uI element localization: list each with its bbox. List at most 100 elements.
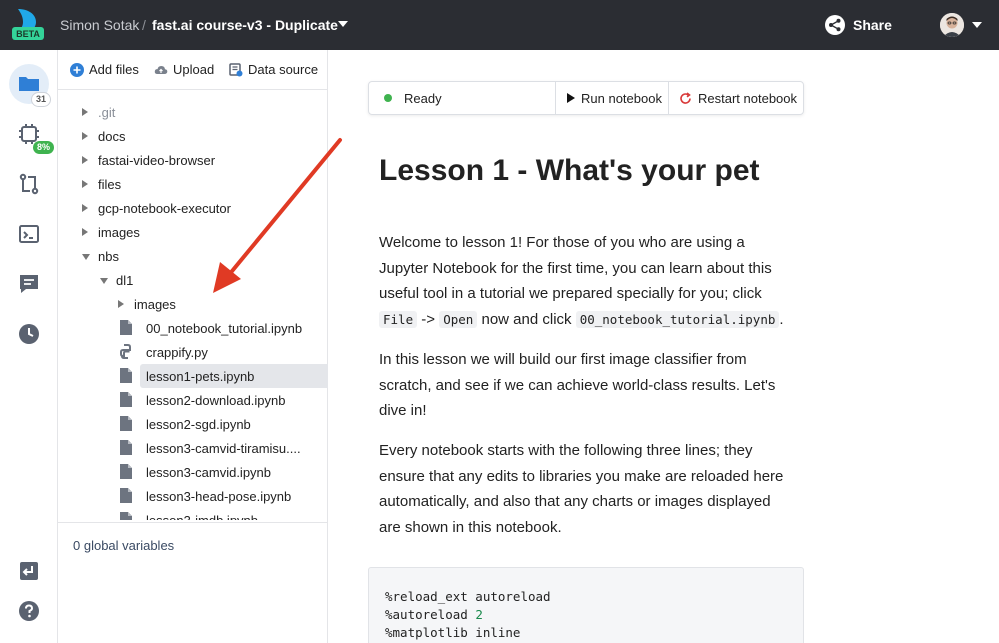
- chevron-down-icon[interactable]: [338, 21, 348, 27]
- tree-item-label: images: [134, 297, 176, 312]
- chevron-right-icon[interactable]: [82, 132, 88, 140]
- chevron-right-icon[interactable]: [82, 108, 88, 116]
- file-icon: [120, 368, 132, 383]
- chevron-right-icon[interactable]: [82, 228, 88, 236]
- markdown-paragraph: In this lesson we will build our first i…: [379, 351, 776, 419]
- chevron-down-icon[interactable]: [82, 254, 90, 260]
- tree-file[interactable]: lesson3-head-pose.ipynb: [58, 484, 328, 508]
- share-icon: [825, 15, 845, 35]
- global-variables-count[interactable]: 0 global variables: [73, 538, 174, 553]
- file-icon: [120, 416, 132, 431]
- chevron-right-icon[interactable]: [82, 180, 88, 188]
- rail-terminal-button[interactable]: [9, 214, 49, 254]
- python-file-icon: [120, 344, 131, 359]
- notebook-heading: Lesson 1 - What's your pet: [379, 154, 760, 187]
- cloud-upload-icon: [154, 65, 168, 74]
- inline-code-file: File: [379, 310, 418, 328]
- upload-label: Upload: [173, 62, 215, 77]
- breadcrumb-user[interactable]: Simon Sotak: [60, 17, 139, 33]
- tree-file[interactable]: lesson1-pets.ipynb•••: [120, 364, 328, 388]
- upload-button[interactable]: Upload: [154, 62, 214, 77]
- tree-file[interactable]: lesson2-download.ipynb: [58, 388, 328, 412]
- tree-item-label: lesson2-sgd.ipynb: [146, 417, 251, 432]
- tree-item-label: fastai-video-browser: [98, 153, 216, 168]
- tree-folder[interactable]: docs: [58, 124, 328, 148]
- rail-files-button[interactable]: 31: [9, 64, 52, 107]
- chevron-down-icon[interactable]: [100, 278, 108, 284]
- tree-folder[interactable]: files: [58, 172, 328, 196]
- breadcrumb-separator: /: [142, 17, 146, 33]
- tree-file[interactable]: crappify.py: [58, 340, 328, 364]
- add-files-button[interactable]: Add files: [70, 62, 139, 77]
- code-cell[interactable]: %reload_ext autoreload %autoreload 2 %ma…: [368, 567, 804, 643]
- data-source-button[interactable]: Data source: [229, 62, 318, 77]
- restart-icon: [680, 91, 691, 104]
- file-icon: [120, 512, 132, 520]
- tree-file[interactable]: 00_notebook_tutorial.ipynb: [58, 316, 328, 340]
- file-tree: .git docs fastai-video-browser files gcp-not…: [58, 100, 328, 520]
- app-window: BETA Simon Sotak / fast.ai course-v3 - D…: [0, 0, 999, 643]
- add-files-label: Add files: [89, 62, 139, 77]
- chevron-right-icon[interactable]: [82, 204, 88, 212]
- notebook-title[interactable]: fast.ai course-v3 - Duplicate: [152, 17, 338, 33]
- chevron-down-icon[interactable]: [972, 22, 982, 28]
- paragraph-text: Welcome to lesson 1! For those of you wh…: [379, 234, 772, 302]
- tree-item-label: files: [98, 177, 122, 192]
- tree-folder[interactable]: .git: [58, 100, 328, 124]
- play-icon: [567, 93, 575, 103]
- restart-notebook-button[interactable]: Restart notebook: [668, 82, 803, 114]
- tree-file[interactable]: lesson3-imdb.ipynb: [58, 508, 328, 520]
- code-line: %matplotlib inline: [385, 625, 521, 640]
- top-bar: BETA Simon Sotak / fast.ai course-v3 - D…: [0, 0, 999, 50]
- tree-folder[interactable]: dl1: [58, 268, 328, 292]
- tree-folder[interactable]: images: [58, 292, 328, 316]
- status-text: Ready: [404, 91, 442, 106]
- tree-item-label: lesson3-camvid.ipynb: [146, 465, 272, 480]
- tree-item-label: lesson1-pets.ipynb: [146, 369, 255, 384]
- chevron-right-icon[interactable]: [118, 300, 124, 308]
- rail-comments-button[interactable]: [9, 264, 49, 304]
- deepnote-logo[interactable]: BETA: [10, 6, 48, 42]
- tree-item-label: lesson3-imdb.ipynb: [146, 513, 258, 520]
- export-icon: [20, 562, 38, 580]
- terminal-icon: [19, 225, 39, 243]
- rail-help-button[interactable]: [9, 591, 49, 631]
- file-icon: [120, 392, 132, 407]
- paragraph-text: ->: [417, 310, 440, 328]
- tree-item-label: 00_notebook_tutorial.ipynb: [146, 321, 303, 336]
- notebook-status-bar: Ready Run notebook Restart notebook: [368, 81, 804, 115]
- file-panel: Add files Upload Data source .git docs fas…: [58, 50, 328, 643]
- left-rail: 31 8%: [0, 50, 58, 643]
- share-button[interactable]: Share: [824, 14, 892, 36]
- file-icon: [120, 464, 132, 479]
- run-notebook-label: Run notebook: [581, 90, 662, 106]
- help-icon: [19, 601, 39, 621]
- rail-export-button[interactable]: [9, 551, 49, 591]
- tree-item-label: gcp-notebook-executor: [98, 201, 231, 216]
- tree-item-label: nbs: [98, 249, 119, 264]
- tree-file[interactable]: lesson2-sgd.ipynb: [58, 412, 328, 436]
- file-toolbar: Add files Upload Data source: [58, 50, 328, 90]
- paragraph-text: .: [779, 310, 784, 328]
- tree-item-label: lesson3-camvid-tiramisu....: [146, 441, 301, 456]
- rail-history-button[interactable]: [9, 314, 49, 354]
- rail-machine-button[interactable]: 8%: [9, 114, 55, 154]
- user-avatar[interactable]: [940, 13, 964, 37]
- tree-folder[interactable]: gcp-notebook-executor: [58, 196, 328, 220]
- markdown-paragraph: Welcome to lesson 1! For those of you wh…: [379, 230, 789, 332]
- globals-panel: 0 global variables: [58, 522, 328, 643]
- tree-item-label: .git: [98, 105, 116, 120]
- tree-folder[interactable]: nbs: [58, 244, 328, 268]
- cpu-usage-badge: 8%: [33, 141, 55, 154]
- rail-git-button[interactable]: [9, 164, 49, 204]
- markdown-paragraph: Every notebook starts with the following…: [379, 442, 784, 536]
- tree-file[interactable]: lesson3-camvid-tiramisu....: [58, 436, 328, 460]
- tree-file[interactable]: lesson3-camvid.ipynb: [58, 460, 328, 484]
- chevron-right-icon[interactable]: [82, 156, 88, 164]
- paragraph-text: now and click: [477, 310, 576, 328]
- tree-folder[interactable]: images: [58, 220, 328, 244]
- run-notebook-button[interactable]: Run notebook: [555, 82, 668, 114]
- tree-folder[interactable]: fastai-video-browser: [58, 148, 328, 172]
- file-icon: [120, 488, 132, 503]
- tree-item-label: docs: [98, 129, 126, 144]
